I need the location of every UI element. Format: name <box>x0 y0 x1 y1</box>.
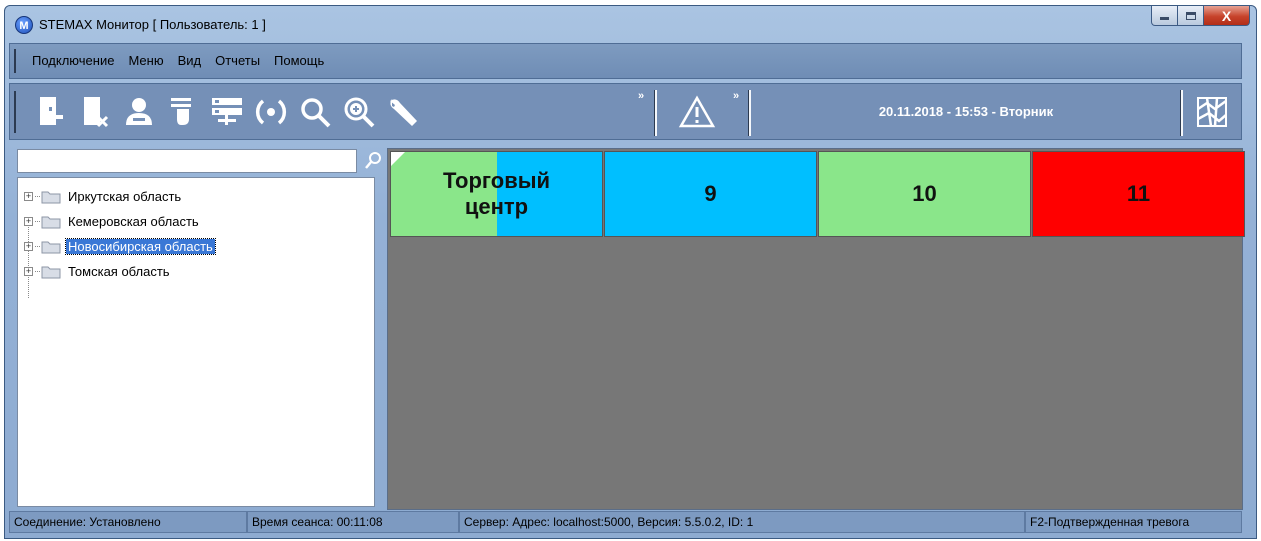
zoom-in-button[interactable] <box>342 94 376 130</box>
folder-icon <box>41 241 61 254</box>
close-button[interactable]: X <box>1204 6 1250 26</box>
status-hint: F2-Подтвержденная тревога <box>1025 511 1242 533</box>
close-icon: X <box>1221 7 1232 24</box>
alarm-overflow-chevron[interactable]: » <box>733 90 739 102</box>
maximize-icon <box>1185 11 1196 20</box>
user-button[interactable] <box>122 94 156 130</box>
disconnect-icon <box>84 97 109 128</box>
tree-item-label: Томская область <box>68 264 170 279</box>
alarm-button[interactable] <box>678 93 716 131</box>
folder-icon <box>41 266 61 279</box>
folder-icon <box>41 191 61 204</box>
user-icon <box>126 98 152 125</box>
search-icon <box>301 98 331 128</box>
datetime-display: 20.11.2018 - 15:53 - Вторник <box>878 104 1054 119</box>
status-bar: Соединение: Установлено Время сеанса: 00… <box>9 511 1242 533</box>
tree-search-icon[interactable] <box>363 150 383 172</box>
menu-grip[interactable] <box>14 49 16 73</box>
warning-icon <box>678 95 716 128</box>
window-controls: X <box>1151 6 1250 26</box>
minimize-icon <box>1160 17 1169 20</box>
object-tiles: Торговый центр 9 10 11 <box>390 151 1246 237</box>
toolbar-separator <box>654 90 657 136</box>
app-logo-icon: M <box>15 16 33 34</box>
tile-flag-corner <box>391 152 405 166</box>
connect-button[interactable] <box>34 94 68 130</box>
menu-view[interactable]: Вид <box>178 53 202 68</box>
map-button[interactable] <box>1192 92 1232 132</box>
toolbar-separator <box>1180 90 1183 136</box>
object-tile[interactable]: 11 <box>1032 151 1245 237</box>
tree-item-label: Иркутская область <box>68 189 182 204</box>
zoom-in-icon <box>344 97 375 128</box>
tree-item[interactable]: + Иркутская область <box>18 184 374 209</box>
tile-label: 9 <box>704 181 717 206</box>
search-button[interactable] <box>298 94 332 130</box>
wrench-icon <box>390 99 417 126</box>
toolbar-grip[interactable] <box>14 91 16 133</box>
tree-item[interactable]: + Томская область <box>18 259 374 284</box>
expand-icon[interactable]: + <box>24 192 33 201</box>
status-session-time: Время сеанса: 00:11:08 <box>247 511 459 533</box>
select-object-icon <box>171 98 191 125</box>
minimize-button[interactable] <box>1151 6 1178 26</box>
tile-label: Торговый центр <box>442 168 551 219</box>
tile-label: 11 <box>1126 181 1151 206</box>
app-window: M STEMAX Монитор [ Пользователь: 1 ] X П… <box>4 5 1257 539</box>
expand-icon[interactable]: + <box>24 217 33 226</box>
map-icon <box>1197 97 1227 127</box>
object-tile[interactable]: 10 <box>818 151 1031 237</box>
title-bar[interactable]: M STEMAX Монитор [ Пользователь: 1 ] X <box>5 6 1256 44</box>
expand-icon[interactable]: + <box>24 267 33 276</box>
toolbar: » » 20.11.2018 - 15:53 - Вторник <box>9 83 1242 140</box>
connect-icon <box>40 97 63 125</box>
toolbar-overflow-chevron[interactable]: » <box>638 90 644 102</box>
window-title: STEMAX Монитор [ Пользователь: 1 ] <box>39 17 266 32</box>
object-tile[interactable]: Торговый центр <box>390 151 603 237</box>
tree-item[interactable]: + Кемеровская область <box>18 209 374 234</box>
tree-search-input[interactable] <box>17 149 357 173</box>
server-button[interactable] <box>210 94 244 130</box>
expand-icon[interactable]: + <box>24 242 33 251</box>
disconnect-button[interactable] <box>78 94 112 130</box>
maximize-button[interactable] <box>1178 6 1204 26</box>
tree-item-label: Кемеровская область <box>68 214 199 229</box>
tree-item-label: Новосибирская область <box>65 238 216 255</box>
server-icon <box>212 98 242 125</box>
object-tree-panel: + Иркутская область + Кемеровская област… <box>17 149 381 509</box>
objects-grid-area: Торговый центр 9 10 11 <box>387 148 1246 510</box>
object-tree: + Иркутская область + Кемеровская област… <box>17 177 375 507</box>
menu-reports[interactable]: Отчеты <box>215 53 260 68</box>
object-tile[interactable]: 9 <box>604 151 817 237</box>
menu-menu[interactable]: Меню <box>128 53 163 68</box>
menu-connection[interactable]: Подключение <box>32 53 114 68</box>
settings-button[interactable] <box>386 94 420 130</box>
menu-help[interactable]: Помощь <box>274 53 324 68</box>
status-connection: Соединение: Установлено <box>9 511 247 533</box>
status-server-info: Сервер: Адрес: localhost:5000, Версия: 5… <box>459 511 1025 533</box>
refresh-signal-button[interactable] <box>254 94 288 130</box>
tile-label: 10 <box>912 181 937 206</box>
toolbar-separator <box>748 90 751 136</box>
refresh-signal-icon <box>255 99 287 125</box>
folder-icon <box>41 216 61 229</box>
select-object-button[interactable] <box>166 94 200 130</box>
menu-bar: Подключение Меню Вид Отчеты Помощь <box>9 43 1242 79</box>
tree-item[interactable]: + Новосибирская область <box>18 234 374 259</box>
